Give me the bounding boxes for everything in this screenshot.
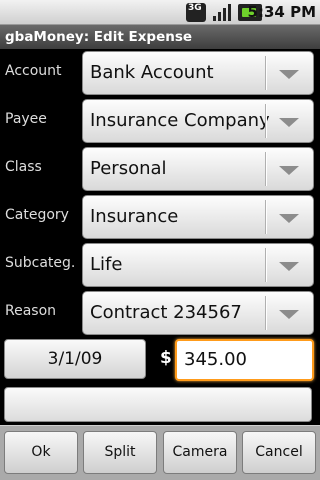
window-title: gbaMoney: Edit Expense [0,25,320,49]
amount-input[interactable]: 345.00 [175,339,314,381]
account-value: Bank Account [90,62,214,83]
payee-label: Payee [5,111,47,127]
reason-value: Contract 234567 [90,302,242,323]
subcategory-spinner[interactable]: Life [82,243,314,287]
account-row: Account Bank Account [0,51,320,95]
category-value: Insurance [90,206,179,227]
dropdown-arrow-icon [279,262,299,271]
payee-value: Insurance Company [90,110,270,131]
payee-row: Payee Insurance Company [0,99,320,143]
button-bar: Ok Split Camera Cancel [0,425,320,480]
class-label: Class [5,159,42,175]
category-row: Category Insurance [0,195,320,239]
class-row: Class Personal [0,147,320,191]
account-spinner[interactable]: Bank Account [82,51,314,95]
3g-data-icon: 3G [186,3,206,22]
category-label: Category [5,207,69,223]
dropdown-arrow-icon [279,214,299,223]
reason-label: Reason [5,303,57,319]
signal-strength-icon [212,3,232,22]
status-bar: 3G 5:34 PM [0,0,320,25]
camera-button[interactable]: Camera [163,431,237,474]
memo-field[interactable] [4,387,312,422]
category-spinner[interactable]: Insurance [82,195,314,239]
class-value: Personal [90,158,167,179]
reason-row: Reason Contract 234567 [0,291,320,335]
subcategory-label: Subcateg. [5,255,76,271]
payee-spinner[interactable]: Insurance Company [82,99,314,143]
dropdown-arrow-icon [279,70,299,79]
dropdown-arrow-icon [279,166,299,175]
split-button[interactable]: Split [83,431,157,474]
status-time: 5:34 PM [247,3,316,21]
cancel-button[interactable]: Cancel [242,431,316,474]
subcategory-row: Subcateg. Life [0,243,320,287]
account-label: Account [5,63,62,79]
date-button[interactable]: 3/1/09 [4,339,146,379]
class-spinner[interactable]: Personal [82,147,314,191]
subcategory-value: Life [90,254,123,275]
ok-button[interactable]: Ok [4,431,78,474]
dropdown-arrow-icon [279,118,299,127]
reason-spinner[interactable]: Contract 234567 [82,291,314,335]
currency-symbol: $ [160,348,172,368]
dropdown-arrow-icon [279,310,299,319]
